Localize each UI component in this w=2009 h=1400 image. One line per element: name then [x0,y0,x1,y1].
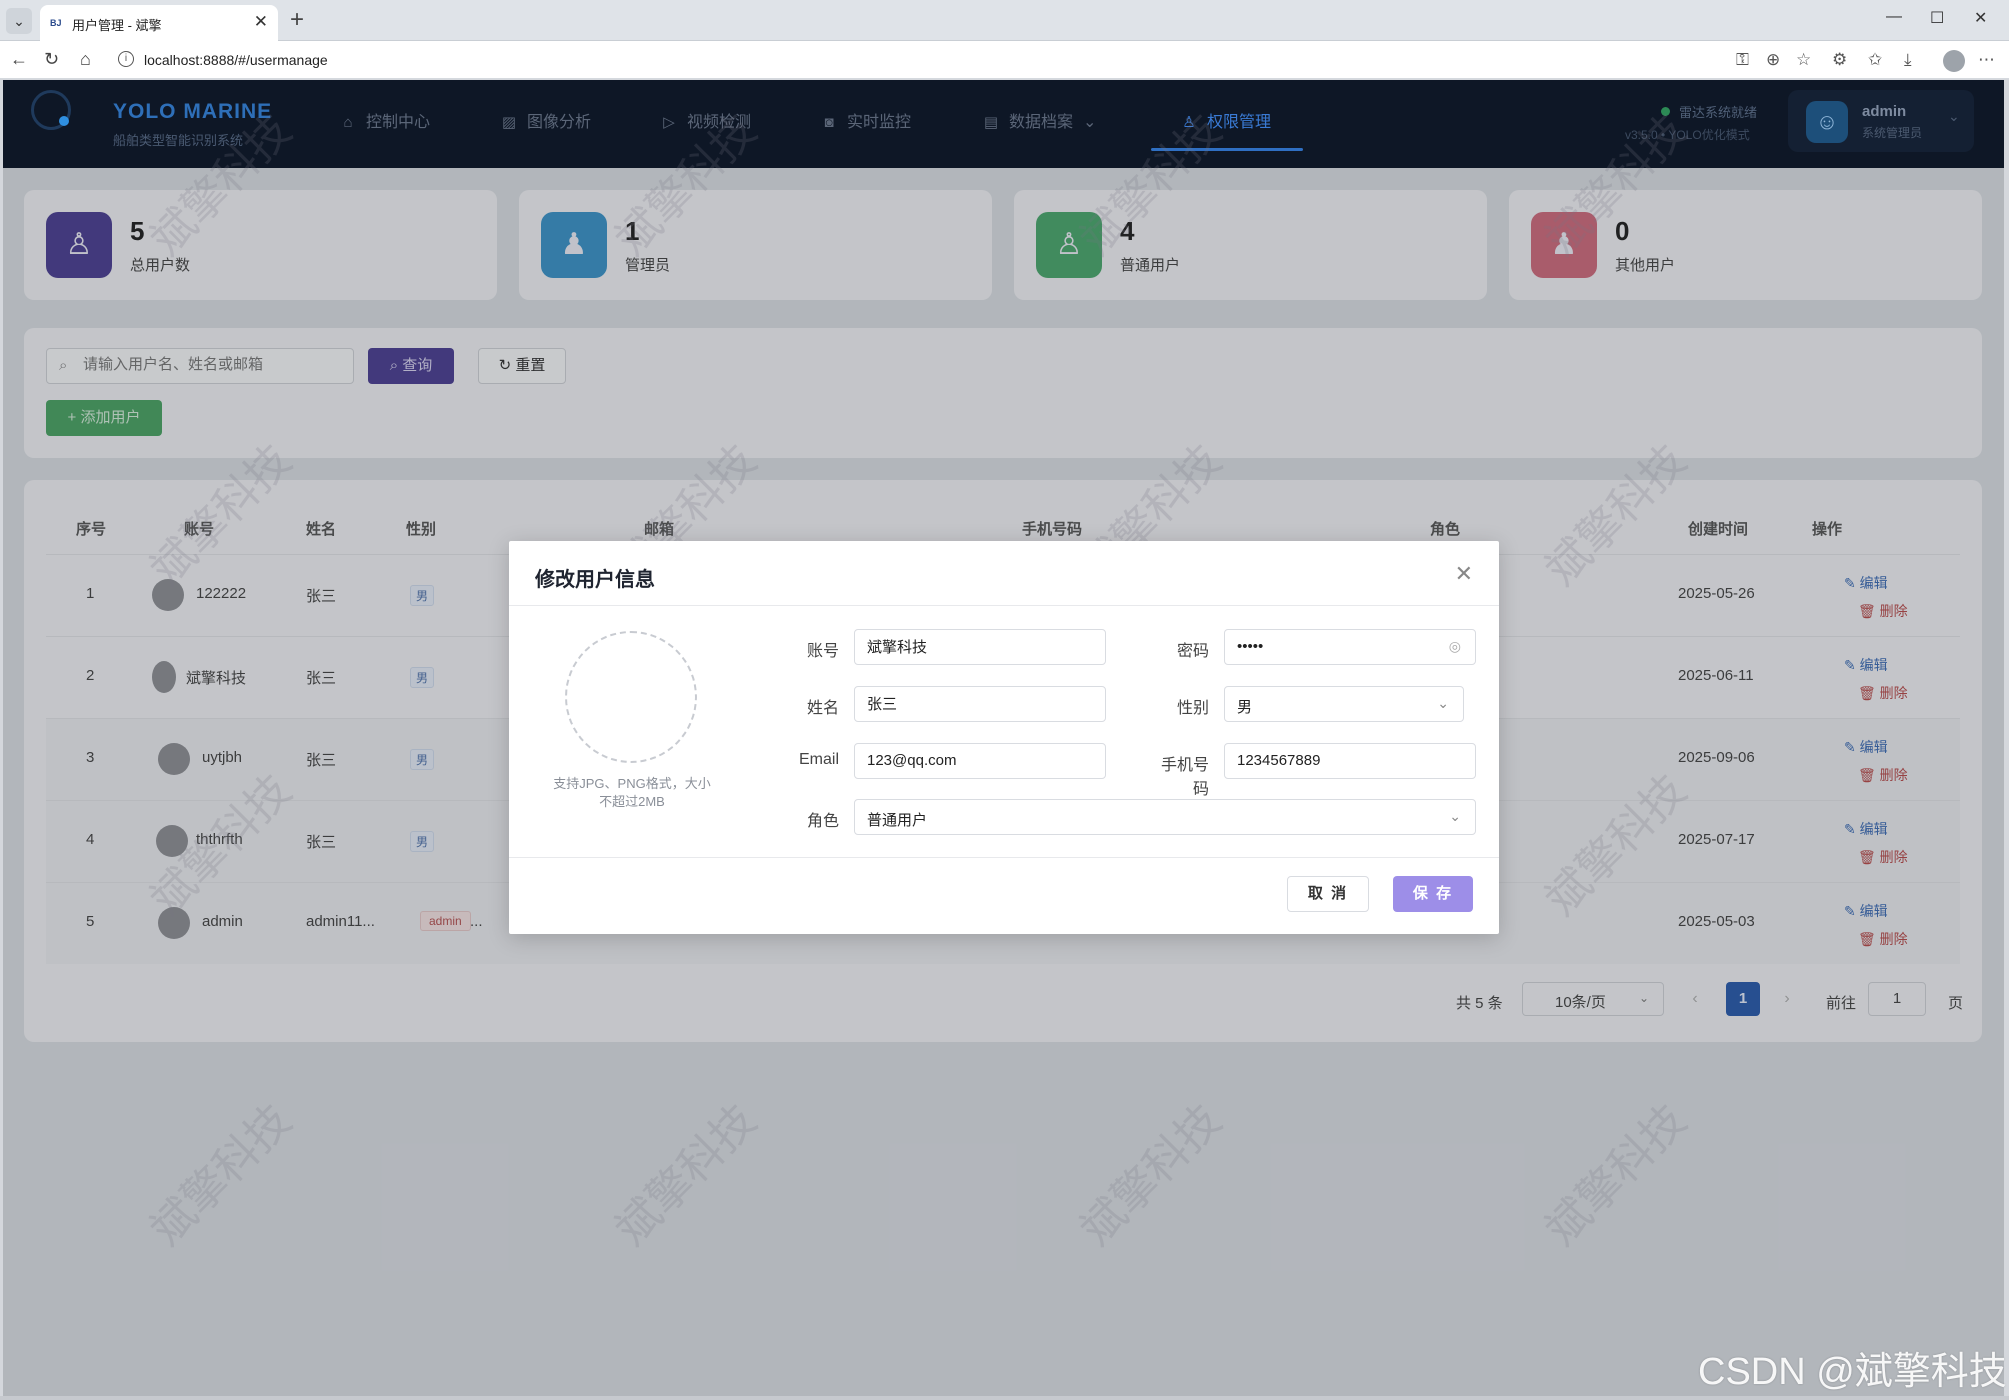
role-value: 普通用户 [867,812,928,829]
phone-field[interactable] [1224,743,1476,779]
user-menu[interactable]: ☺ admin 系统管理员 ⌄ [1788,90,1974,152]
nav-label: 图像分析 [527,114,592,131]
home-icon[interactable]: ⌂ [80,49,91,70]
gender-select[interactable]: 男 ⌄ [1224,686,1464,722]
user-name: admin [1862,103,1907,120]
url-field[interactable]: i localhost:8888/#/usermanage [112,46,1772,74]
window-maximize-icon[interactable]: ☐ [1930,8,1944,28]
window-close-icon[interactable]: ✕ [1974,8,1987,28]
home-icon: ⌂ [343,114,353,131]
site-info-icon[interactable]: i [118,51,134,67]
password-input[interactable] [1237,638,1437,655]
phone-input[interactable] [1237,752,1437,769]
version-text: v3.5.0 • YOLO优化模式 [1625,128,1750,142]
nav-item-image-analysis[interactable]: ▨ 图像分析 [499,108,591,138]
bookmark-star-icon[interactable]: ☆ [1796,50,1811,70]
account-label: 账号 [806,643,839,660]
gender-value: 男 [1237,699,1253,716]
tab-close-icon[interactable]: ✕ [254,12,268,32]
favorites-icon[interactable]: ✩ [1868,50,1882,70]
system-status: 雷达系统就绪 [1679,105,1758,120]
tab-list-chevron-icon[interactable]: ⌄ [6,8,32,34]
new-tab-plus-icon[interactable]: + [290,6,304,34]
window-minimize-icon[interactable]: — [1886,8,1902,26]
nav-label: 实时监控 [847,114,912,131]
status-dot [1661,107,1670,116]
nav-label: 视频检测 [687,114,752,131]
edit-user-dialog: 修改用户信息 ✕ 支持JPG、PNG格式，大小不超过2MB 账号 密码 ◎ 姓名… [509,541,1499,934]
brand-title: YOLO MARINE [113,100,273,123]
user-icon: ♙ [1182,114,1196,131]
downloads-icon[interactable]: ⤓ [1904,50,1912,70]
chevron-down-icon: ⌄ [1083,114,1097,131]
nav-item-control-center[interactable]: ⌂ 控制中心 [338,108,430,138]
reload-icon[interactable]: ↻ [44,49,59,70]
image-icon: ▨ [501,114,517,131]
avatar-upload[interactable] [565,631,697,763]
nav-label: 控制中心 [366,114,431,131]
account-field[interactable] [854,629,1106,665]
role-label: 角色 [806,813,839,830]
name-label: 姓名 [806,700,839,717]
logo-dot [59,116,69,126]
nav-item-live-monitor[interactable]: ◙ 实时监控 [819,108,911,138]
email-input[interactable] [867,752,1067,769]
nav-label: 数据档案 [1009,114,1074,131]
browser-tab[interactable]: BJ 用户管理 - 斌擎 ✕ [40,5,278,41]
role-select[interactable]: 普通用户 ⌄ [854,799,1476,835]
eye-off-icon[interactable]: ◎ [1449,638,1461,655]
avatar-upload-hint: 支持JPG、PNG格式，大小不超过2MB [553,776,711,809]
nav-item-data-archive[interactable]: ▤ 数据档案 ⌄ [981,108,1097,138]
csdn-watermark: CSDN @斌擎科技 [1698,1351,2007,1393]
chevron-down-icon: ⌄ [1449,808,1461,824]
tab-title: 用户管理 - 斌擎 [72,18,162,33]
cancel-button[interactable]: 取 消 [1287,876,1369,912]
name-input[interactable] [867,695,1067,712]
back-arrow-icon[interactable]: ← [10,49,28,70]
more-menu-icon[interactable]: ⋯ [1978,50,1995,70]
save-button[interactable]: 保 存 [1393,876,1473,912]
document-icon: ▤ [983,114,999,131]
brand-subtitle: 船舶类型智能识别系统 [113,133,244,148]
browser-address-bar: ← ↻ ⌂ i localhost:8888/#/usermanage ⚿ ⊕ … [0,41,2009,79]
chevron-down-icon: ⌄ [1948,108,1960,124]
divider [509,857,1499,858]
close-icon[interactable]: ✕ [1455,561,1473,587]
url-text[interactable]: localhost:8888/#/usermanage [144,52,328,68]
password-label: 密码 [1176,643,1209,660]
email-field[interactable] [854,743,1106,779]
chevron-down-icon: ⌄ [1437,695,1449,711]
browser-tab-bar: ⌄ BJ 用户管理 - 斌擎 ✕ + — ☐ ✕ [0,0,2009,41]
play-icon: ▷ [663,114,675,131]
password-field[interactable]: ◎ [1224,629,1476,665]
phone-label: 手机号码 [1160,757,1209,798]
extensions-icon[interactable]: ⚙ [1832,50,1847,70]
nav-item-permissions[interactable]: ♙ 权限管理 [1179,108,1271,138]
zoom-icon[interactable]: ⊕ [1766,50,1780,70]
nav-label: 权限管理 [1207,114,1272,131]
password-key-icon[interactable]: ⚿ [1736,50,1749,70]
user-role: 系统管理员 [1862,126,1923,140]
divider [509,605,1499,606]
profile-avatar-icon[interactable] [1943,50,1965,72]
account-input[interactable] [867,638,1067,655]
name-field[interactable] [854,686,1106,722]
gender-label: 性别 [1176,700,1209,717]
nav-item-video-detection[interactable]: ▷ 视频检测 [659,108,751,138]
email-label: Email [798,751,839,768]
camera-icon: ◙ [824,114,834,131]
app-header: YOLO MARINE 船舶类型智能识别系统 ⌂ 控制中心 ▨ 图像分析 ▷ 视频检测… [3,80,2004,168]
active-nav-indicator [1151,148,1303,151]
tab-favicon-icon: BJ [50,18,62,28]
bottom-edge [0,1396,2009,1400]
dialog-title: 修改用户信息 [535,569,655,591]
user-avatar-icon: ☺ [1806,101,1848,143]
